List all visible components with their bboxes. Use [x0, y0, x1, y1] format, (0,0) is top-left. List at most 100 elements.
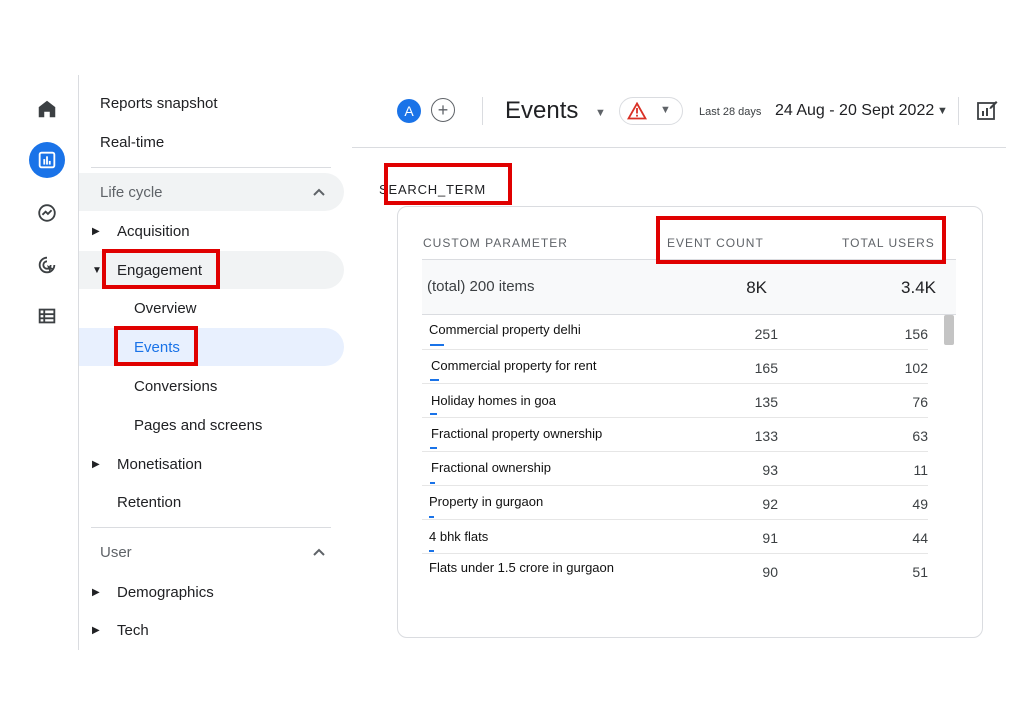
row-term: Commercial property delhi	[429, 322, 581, 337]
row-bar	[430, 413, 437, 415]
nav-demographics[interactable]: ▶ Demographics	[79, 573, 344, 611]
nav-section-life-cycle[interactable]: Life cycle	[79, 173, 344, 211]
reports-icon[interactable]	[29, 142, 65, 178]
nav-divider	[91, 527, 331, 528]
advertising-icon[interactable]	[29, 247, 65, 283]
section-label: User	[100, 543, 132, 561]
nav-tech[interactable]: ▶ Tech	[79, 611, 344, 649]
data-quality-chip[interactable]: ▼	[619, 97, 683, 125]
nav-monetisation[interactable]: ▶ Monetisation	[79, 445, 344, 483]
date-range-dropdown-icon[interactable]: ▼	[937, 105, 948, 117]
row-event-count: 165	[754, 360, 778, 376]
nav-label: Demographics	[117, 583, 214, 601]
date-range-label: Last 28 days	[699, 106, 762, 118]
toolbar-divider	[958, 97, 959, 125]
nav-label: Reports snapshot	[100, 94, 218, 112]
row-event-count: 251	[754, 326, 778, 342]
icon-rail	[18, 75, 79, 650]
totals-total-users: 3.4K	[901, 278, 936, 297]
row-bar	[430, 482, 435, 484]
table-row[interactable]: Commercial property for rent 165 102	[422, 349, 928, 384]
nav-label: Pages and screens	[134, 416, 263, 434]
nav-label: Monetisation	[117, 455, 203, 473]
caret-down-icon: ▼	[92, 264, 102, 276]
explore-icon[interactable]	[29, 195, 65, 231]
configure-icon[interactable]	[29, 298, 65, 334]
table-row[interactable]: Property in gurgaon 92 49	[422, 485, 928, 520]
col-header-parameter[interactable]: CUSTOM PARAMETER	[423, 236, 568, 250]
highlight-metric-columns	[656, 216, 946, 264]
nav-acquisition[interactable]: ▶ Acquisition	[79, 212, 344, 250]
row-event-count: 93	[762, 462, 778, 478]
highlight-engagement	[102, 249, 220, 289]
row-total-users: 51	[912, 564, 928, 580]
row-total-users: 102	[904, 360, 928, 376]
title-dropdown-icon[interactable]: ▼	[595, 107, 606, 119]
totals-label: (total) 200 items	[427, 278, 535, 295]
toolbar-divider	[482, 97, 483, 125]
table-row[interactable]: Fractional ownership 93 11	[422, 451, 928, 486]
nav-label: Acquisition	[117, 222, 190, 240]
date-range-value[interactable]: 24 Aug - 20 Sept 2022	[775, 102, 934, 120]
caret-right-icon: ▶	[92, 225, 100, 237]
row-total-users: 11	[913, 462, 928, 478]
row-total-users: 44	[912, 530, 928, 546]
row-term: Property in gurgaon	[429, 494, 544, 509]
nav-label: Retention	[117, 493, 182, 511]
row-bar	[429, 550, 434, 552]
nav-section-user[interactable]: User	[79, 533, 344, 571]
nav-real-time[interactable]: Real-time	[79, 123, 344, 161]
totals-event-count: 8K	[746, 278, 767, 297]
row-total-users: 156	[904, 326, 928, 342]
row-bar	[430, 344, 444, 346]
row-term: 4 bhk flats	[429, 529, 489, 544]
row-total-users: 76	[912, 394, 928, 410]
chevron-up-icon	[313, 548, 325, 556]
row-total-users: 63	[912, 428, 928, 444]
add-comparison-button[interactable]: +	[431, 98, 455, 122]
row-event-count: 135	[754, 394, 778, 410]
nav-reports-snapshot[interactable]: Reports snapshot	[79, 84, 344, 122]
customize-report-icon[interactable]	[976, 99, 998, 121]
row-term: Flats under 1.5 crore in gurgaon	[429, 560, 614, 575]
nav-label: Real-time	[100, 133, 165, 151]
row-bar	[430, 447, 437, 449]
row-event-count: 90	[762, 564, 778, 580]
row-event-count: 92	[762, 496, 778, 512]
chevron-up-icon	[313, 188, 325, 196]
nav-conversions[interactable]: Conversions	[79, 367, 344, 405]
nav-pages-and-screens[interactable]: Pages and screens	[79, 406, 344, 444]
row-event-count: 133	[754, 428, 778, 444]
row-term: Fractional ownership	[431, 460, 551, 475]
row-total-users: 49	[912, 496, 928, 512]
table-row[interactable]: Flats under 1.5 crore in gurgaon 90 51	[422, 553, 928, 587]
nav-label: Overview	[134, 299, 197, 317]
row-bar	[430, 379, 439, 381]
caret-right-icon: ▶	[92, 458, 100, 470]
nav-retention[interactable]: Retention	[79, 483, 344, 521]
row-event-count: 91	[762, 530, 778, 546]
table-scrollbar[interactable]	[944, 315, 954, 345]
row-term: Holiday homes in goa	[431, 393, 557, 408]
section-label: Life cycle	[100, 183, 163, 201]
caret-right-icon: ▶	[92, 624, 100, 636]
page-title: Events	[505, 97, 579, 124]
nav-label: Tech	[117, 621, 149, 639]
nav-overview[interactable]: Overview	[79, 289, 344, 327]
highlight-search-term	[384, 163, 512, 205]
table-row[interactable]: Fractional property ownership 133 63	[422, 417, 928, 452]
row-term: Commercial property for rent	[431, 358, 597, 373]
nav-divider	[91, 167, 331, 168]
caret-right-icon: ▶	[92, 586, 100, 598]
table-row[interactable]: Commercial property delhi 251 156	[422, 315, 928, 350]
home-icon[interactable]	[29, 91, 65, 127]
comparison-avatar[interactable]: A	[397, 99, 421, 123]
report-header: A + Events ▼ ▼ Last 28 days 24 Aug - 20 …	[352, 75, 1006, 148]
row-bar	[429, 516, 434, 518]
row-term: Fractional property ownership	[431, 426, 603, 441]
table-row[interactable]: 4 bhk flats 91 44	[422, 519, 928, 554]
highlight-events	[114, 326, 198, 366]
nav-label: Conversions	[134, 377, 218, 395]
warning-icon	[627, 102, 647, 120]
table-row[interactable]: Holiday homes in goa 135 76	[422, 383, 928, 418]
